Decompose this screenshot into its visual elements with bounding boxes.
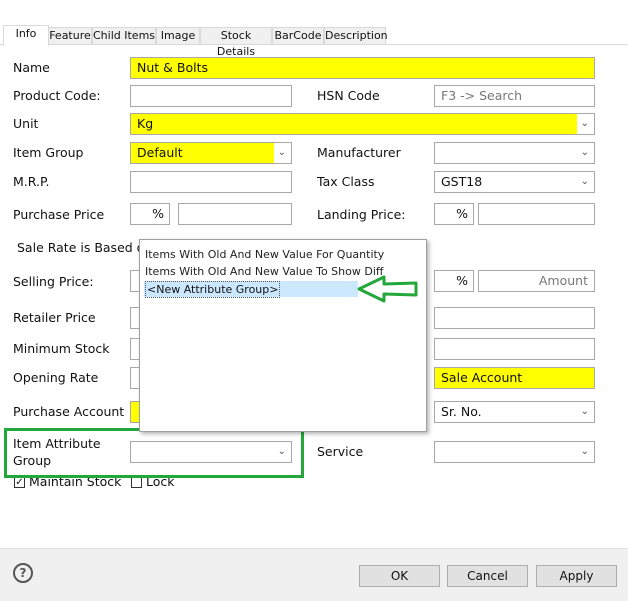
maintain-stock-checkbox[interactable]: ✓ (14, 477, 25, 488)
service-select[interactable]: ⌄ (434, 441, 595, 463)
landing-price-label: Landing Price: (317, 207, 406, 222)
unit-select[interactable]: Kg ⌄ (130, 113, 595, 135)
help-icon[interactable]: ? (13, 563, 33, 583)
chevron-down-icon: ⌄ (277, 147, 286, 158)
cancel-button[interactable]: Cancel (447, 565, 528, 587)
chevron-down-icon: ⌄ (580, 176, 589, 187)
sr-no-value: Sr. No. (441, 404, 482, 419)
tax-class-select[interactable]: GST18 ⌄ (434, 171, 595, 193)
unit-label: Unit (13, 116, 39, 131)
attribute-group-dropdown-list: Items With Old And New Value For Quantit… (139, 239, 427, 432)
tab-info[interactable]: Info (3, 25, 49, 46)
hsn-placeholder: F3 -> Search (441, 88, 523, 103)
purchase-price-input[interactable] (178, 203, 292, 225)
sr-no-select[interactable]: Sr. No. ⌄ (434, 401, 595, 423)
name-label: Name (13, 60, 50, 75)
amount-placeholder: Amount (538, 273, 588, 288)
landing-percent-input[interactable]: % (434, 203, 474, 225)
retailer-price-label: Retailer Price (13, 310, 96, 325)
tab-barcode[interactable]: BarCode (272, 27, 324, 45)
chevron-down-icon: ⌄ (580, 406, 589, 417)
product-code-label: Product Code: (13, 88, 101, 103)
tax-class-value: GST18 (441, 174, 483, 189)
green-arrow-icon (357, 275, 418, 303)
item-group-value: Default (137, 145, 183, 160)
retailer-price-right-input[interactable] (434, 307, 595, 329)
hsn-code-input[interactable]: F3 -> Search (434, 85, 595, 107)
sale-account-input[interactable]: Sale Account (434, 367, 595, 389)
selling-percent-input[interactable]: % (434, 270, 474, 292)
purchase-price-label: Purchase Price (13, 207, 105, 222)
selling-price-label: Selling Price: (13, 274, 94, 289)
new-attribute-group-option: <New Attribute Group> (145, 281, 281, 298)
tab-child-items[interactable]: Child Items (92, 27, 156, 45)
manufacturer-label: Manufacturer (317, 145, 401, 160)
lock-checkbox[interactable] (131, 477, 142, 488)
chevron-down-icon: ⌄ (580, 118, 589, 129)
dropdown-item[interactable]: Items With Old And New Value For Quantit… (145, 247, 384, 262)
purchase-percent-input[interactable]: % (130, 203, 170, 225)
minimum-stock-label: Minimum Stock (13, 341, 110, 356)
percent-sign: % (152, 206, 164, 221)
product-code-input[interactable] (130, 85, 292, 107)
mrp-input[interactable] (130, 171, 292, 193)
tab-feature[interactable]: Feature (48, 27, 92, 45)
dropdown-item-selected[interactable]: <New Attribute Group> (144, 281, 358, 298)
item-group-select[interactable]: Default ⌄ (130, 142, 292, 164)
tax-class-label: Tax Class (317, 174, 375, 189)
tab-description[interactable]: Description (324, 27, 388, 45)
landing-price-input[interactable] (478, 203, 595, 225)
hsn-code-label: HSN Code (317, 88, 380, 103)
selling-amount-input[interactable]: Amount (478, 270, 595, 292)
name-input[interactable]: Nut & Bolts (130, 57, 595, 79)
mrp-label: M.R.P. (13, 174, 50, 189)
chevron-down-icon: ⌄ (580, 147, 589, 158)
purchase-account-label: Purchase Account (13, 404, 125, 419)
dropdown-item[interactable]: Items With Old And New Value To Show Dif… (145, 264, 383, 279)
percent-sign: % (456, 273, 468, 288)
opening-rate-label: Opening Rate (13, 370, 99, 385)
chevron-down-icon: ⌄ (580, 446, 589, 457)
service-label: Service (317, 444, 364, 459)
unit-value: Kg (137, 116, 154, 131)
apply-button[interactable]: Apply (536, 565, 617, 587)
manufacturer-select[interactable]: ⌄ (434, 142, 595, 164)
item-group-label: Item Group (13, 145, 84, 160)
tab-stock-details[interactable]: Stock Details (200, 27, 272, 58)
footer-bar: ? OK Cancel Apply (0, 548, 628, 601)
highlight-box (4, 428, 304, 478)
minimum-stock-right-input[interactable] (434, 338, 595, 360)
ok-button[interactable]: OK (359, 565, 440, 587)
tab-bar: Info Feature Child Items Image Stock Det… (0, 25, 628, 58)
tab-image[interactable]: Image (156, 27, 200, 45)
percent-sign: % (456, 206, 468, 221)
sale-rate-label: Sale Rate is Based o (17, 240, 145, 255)
